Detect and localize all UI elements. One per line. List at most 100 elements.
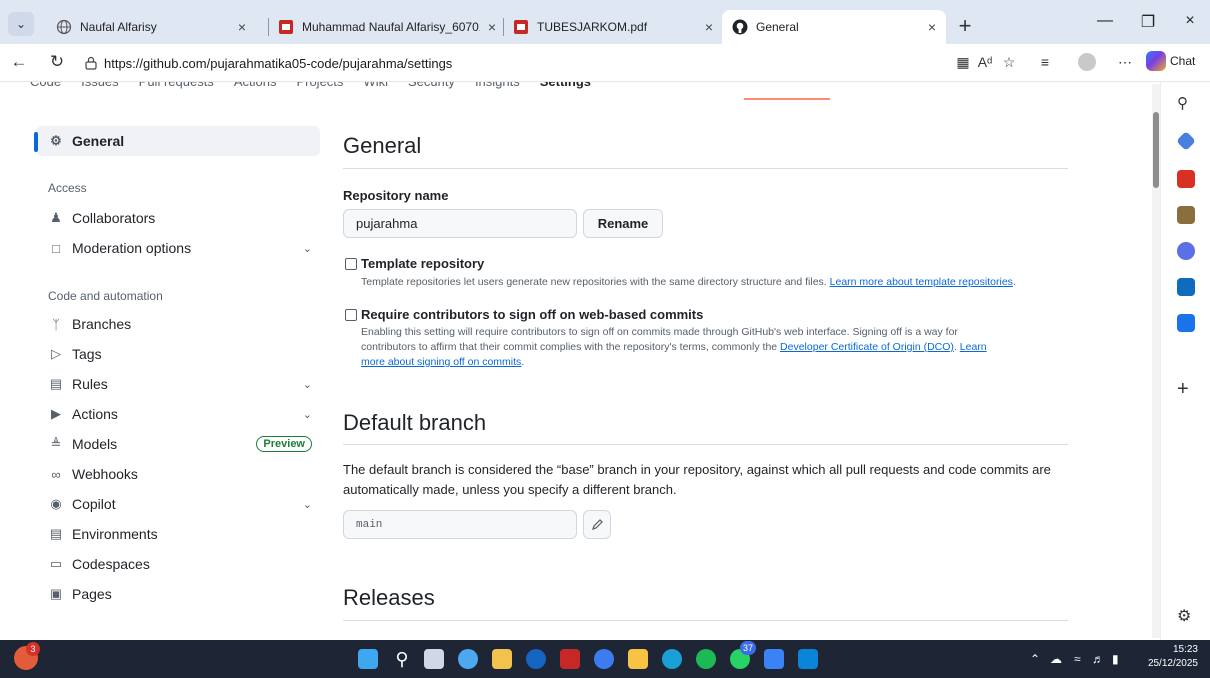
sidebar-item-moderation-options[interactable]: □ Moderation options ⌄: [36, 233, 320, 263]
read-aloud-icon[interactable]: Aᵈ: [974, 54, 996, 70]
repo-nav-actions[interactable]: Actions: [234, 82, 277, 92]
copilot-icon[interactable]: [1177, 242, 1195, 260]
sidebar-item-actions[interactable]: ▶ Actions ⌄: [36, 399, 320, 429]
learn-more-template-link[interactable]: Learn more about template repositories: [830, 276, 1013, 288]
repo-nav-settings[interactable]: Settings: [540, 82, 591, 92]
close-tab-icon[interactable]: ×: [928, 19, 936, 35]
url-field[interactable]: https://github.com/pujarahmatika05-code/…: [80, 50, 940, 76]
page-scrollbar[interactable]: [1152, 84, 1160, 638]
hp-icon[interactable]: [526, 649, 546, 669]
chevron-down-icon: ⌄: [302, 242, 312, 255]
close-tab-icon[interactable]: ×: [705, 19, 713, 35]
toolbox-icon[interactable]: [1177, 170, 1195, 188]
battery-icon[interactable]: ▮: [1112, 652, 1119, 666]
gear-icon[interactable]: ⚙: [1177, 606, 1191, 626]
edit-default-branch-button[interactable]: [583, 510, 611, 539]
favorites-list-icon[interactable]: ≡: [1034, 54, 1056, 70]
sidebar-item-rules[interactable]: ▤ Rules ⌄: [36, 369, 320, 399]
chevron-down-icon: ⌄: [302, 378, 312, 391]
bird-icon[interactable]: [1177, 314, 1195, 332]
restore-window-button[interactable]: ❐: [1133, 12, 1163, 32]
repository-name-input[interactable]: pujarahma: [343, 209, 577, 238]
search-icon[interactable]: ⚲: [1177, 94, 1188, 112]
sidebar-item-label: Environments: [72, 526, 158, 542]
sidebar-item-general[interactable]: ⚙ General: [34, 126, 320, 156]
sidebar-item-environments[interactable]: ▤ Environments: [36, 519, 320, 549]
spotify-icon[interactable]: [696, 649, 716, 669]
repo-nav-pull-requests[interactable]: Pull requests: [139, 82, 214, 92]
favorite-star-icon[interactable]: ☆: [998, 54, 1020, 71]
section-title-general: General: [343, 133, 422, 158]
browser-tab[interactable]: Naufal Alfarisy ×: [46, 10, 256, 44]
add-icon[interactable]: +: [1177, 378, 1189, 401]
template-repository-checkbox[interactable]: [345, 258, 357, 270]
learn-link[interactable]: Learn: [960, 341, 987, 353]
volume-icon[interactable]: ♬: [1092, 652, 1104, 666]
browser-tab[interactable]: Muhammad Naufal Alfarisy_60701 ×: [268, 10, 506, 44]
github-settings-page: Code Issues Pull requests Actions Projec…: [0, 82, 1160, 640]
file-explorer-icon[interactable]: [628, 649, 648, 669]
sidebar-item-codespaces[interactable]: ▭ Codespaces: [36, 549, 320, 579]
more-options-icon[interactable]: ⋯: [1114, 54, 1136, 71]
outlook-icon[interactable]: [1177, 278, 1195, 296]
onedrive-icon[interactable]: ☁: [1050, 652, 1062, 666]
sidebar-item-models[interactable]: ≜ Models Preview: [36, 429, 320, 459]
divider: [343, 620, 1068, 621]
refresh-icon[interactable]: ↻: [46, 52, 68, 72]
gear-icon: ⚙: [50, 133, 62, 148]
close-tab-icon[interactable]: ×: [238, 19, 246, 35]
tab-actions-menu[interactable]: ⌄: [8, 12, 34, 36]
template-repository-description: Template repositories let users generate…: [361, 275, 1071, 290]
repo-nav-wiki[interactable]: Wiki: [363, 82, 388, 92]
repository-nav: Code Issues Pull requests Actions Projec…: [30, 82, 591, 92]
pdf-icon: [514, 20, 528, 34]
reader-view-icon[interactable]: ▦: [952, 54, 974, 71]
phone-link-icon[interactable]: [764, 649, 784, 669]
repo-nav-insights[interactable]: Insights: [475, 82, 520, 92]
back-arrow-icon[interactable]: ←: [8, 52, 30, 72]
repo-nav-projects[interactable]: Projects: [296, 82, 343, 92]
close-window-button[interactable]: ×: [1175, 12, 1205, 30]
signoff-desc-line1: Enabling this setting will require contr…: [361, 326, 958, 338]
signing-off-link[interactable]: more about signing off on commits: [361, 356, 521, 368]
people-icon[interactable]: [1177, 206, 1195, 224]
vscode-icon[interactable]: [798, 649, 818, 669]
sidebar-item-tags[interactable]: ▷ Tags: [36, 339, 320, 369]
windows-taskbar: 3 ⚲ 37: [0, 640, 1210, 678]
signoff-checkbox[interactable]: [345, 309, 357, 321]
scrollbar-thumb[interactable]: [1153, 112, 1159, 188]
edge-browser-icon[interactable]: [662, 649, 682, 669]
copilot-chat-button[interactable]: Chat: [1146, 51, 1195, 71]
mcafee-icon[interactable]: [560, 649, 580, 669]
repo-nav-security[interactable]: Security: [408, 82, 455, 92]
tab-title: Naufal Alfarisy: [80, 20, 157, 34]
rename-button[interactable]: Rename: [583, 209, 663, 238]
tag-icon[interactable]: [1176, 131, 1196, 151]
chevron-down-icon: ⌄: [302, 498, 312, 511]
windows-start-icon[interactable]: [358, 649, 378, 669]
widgets-icon[interactable]: [458, 649, 478, 669]
task-view-icon[interactable]: [424, 649, 444, 669]
sidebar-item-branches[interactable]: ᛉ Branches: [36, 309, 320, 339]
dco-link[interactable]: Developer Certificate of Origin (DCO): [780, 341, 954, 353]
new-tab-button[interactable]: +: [952, 13, 978, 39]
signoff-desc-line2: contributors to affirm that their commit…: [361, 341, 778, 353]
system-clock[interactable]: 15:23 25/12/2025: [1134, 643, 1198, 671]
sidebar-item-collaborators[interactable]: ♟ Collaborators: [36, 203, 320, 233]
sidebar-item-copilot[interactable]: ◉ Copilot ⌄: [36, 489, 320, 519]
browser-tab[interactable]: TUBESJARKOM.pdf ×: [503, 10, 723, 44]
store-icon[interactable]: [492, 649, 512, 669]
sidebar-item-webhooks[interactable]: ∞ Webhooks: [36, 459, 320, 489]
help-icon[interactable]: [594, 649, 614, 669]
sidebar-item-pages[interactable]: ▣ Pages: [36, 579, 320, 609]
browser-tab-active[interactable]: General ×: [722, 10, 946, 44]
search-icon[interactable]: ⚲: [392, 649, 412, 669]
divider: [343, 444, 1068, 445]
repo-nav-issues[interactable]: Issues: [81, 82, 119, 92]
close-tab-icon[interactable]: ×: [488, 19, 496, 35]
repo-nav-code[interactable]: Code: [30, 82, 61, 92]
wifi-icon[interactable]: ≈: [1074, 652, 1081, 666]
minimize-window-button[interactable]: —: [1090, 12, 1120, 30]
show-hidden-icons[interactable]: ⌃: [1030, 652, 1040, 666]
profile-avatar[interactable]: [1078, 53, 1096, 71]
